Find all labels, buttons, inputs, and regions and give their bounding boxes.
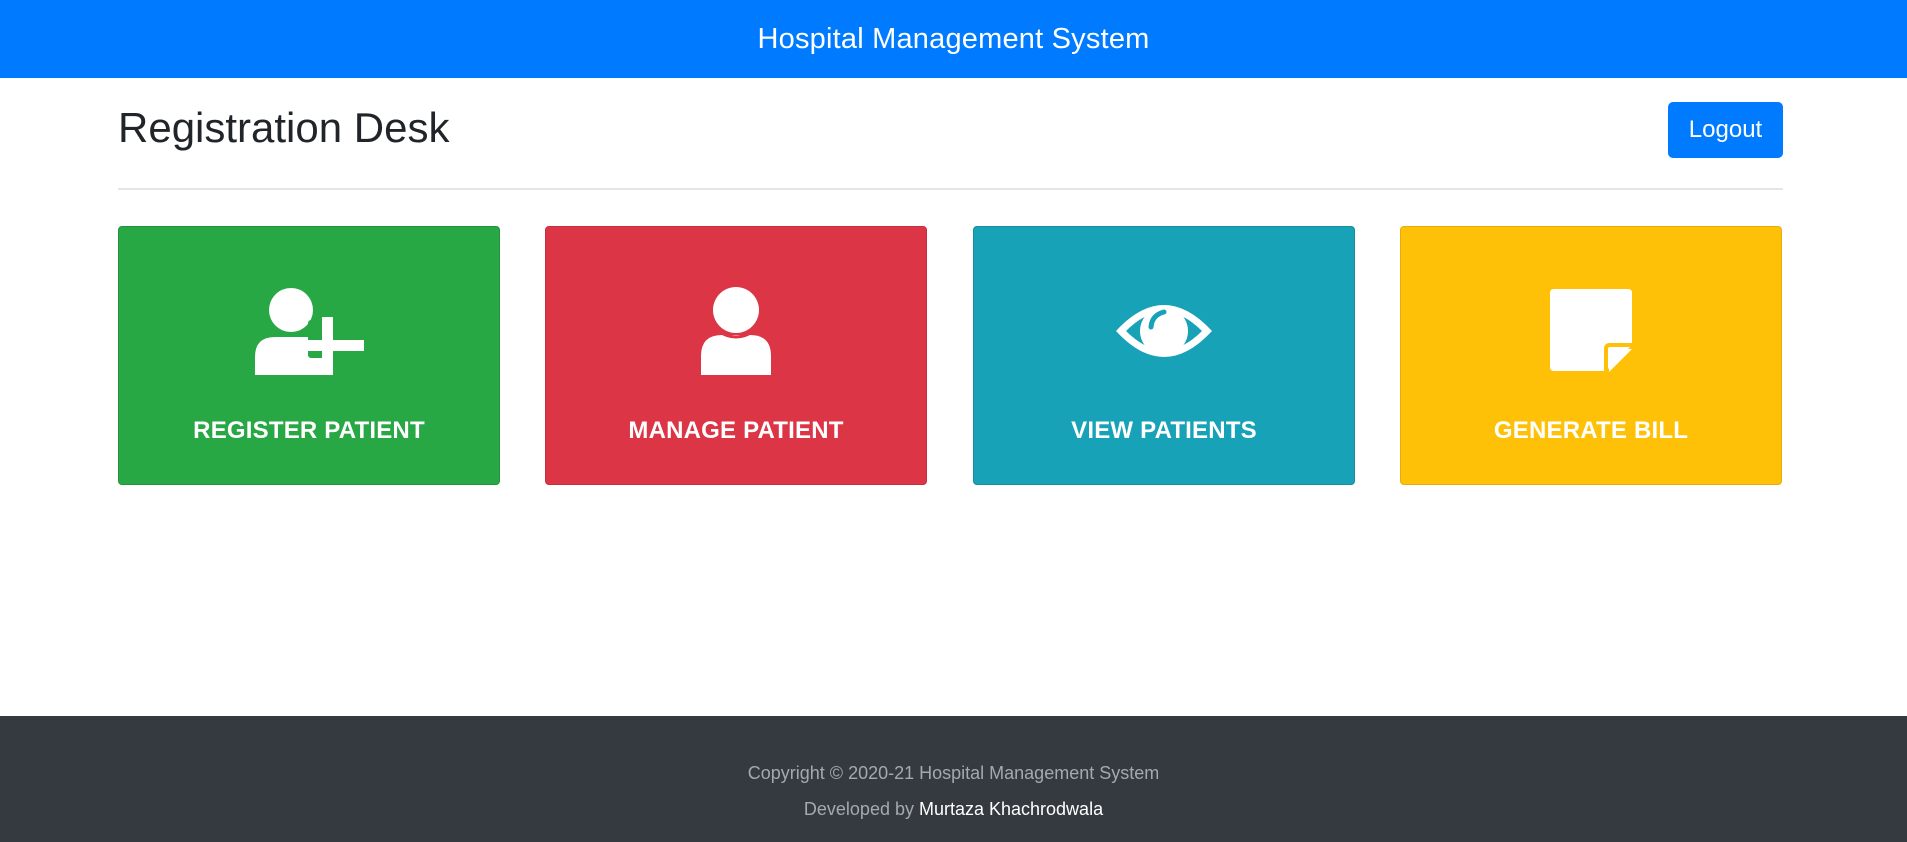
- generate-bill-card[interactable]: GENERATE BILL: [1400, 226, 1782, 485]
- developer-link[interactable]: Murtaza Khachrodwala: [919, 799, 1103, 819]
- developed-by-prefix: Developed by: [803, 799, 919, 819]
- manage-patient-card[interactable]: MANAGE PATIENT: [545, 226, 927, 485]
- generate-bill-label: GENERATE BILL: [1493, 417, 1689, 444]
- view-patients-label: VIEW PATIENTS: [1071, 417, 1257, 444]
- logout-button[interactable]: Logout: [1668, 102, 1783, 158]
- user-icon: [700, 287, 772, 375]
- register-patient-label: REGISTER PATIENT: [193, 417, 425, 444]
- sticky-note-icon: [1548, 287, 1634, 375]
- user-plus-icon: [253, 287, 365, 375]
- register-patient-card[interactable]: REGISTER PATIENT: [118, 226, 500, 485]
- footer-copyright: Copyright © 2020-21 Hospital Management …: [747, 763, 1160, 783]
- top-navbar: Hospital Management System: [0, 0, 1907, 78]
- view-patients-card[interactable]: VIEW PATIENTS: [973, 226, 1355, 485]
- manage-patient-label: MANAGE PATIENT: [628, 417, 844, 444]
- page-title: Registration Desk: [118, 104, 450, 151]
- footer-developer: Developed by Murtaza Khachrodwala: [0, 799, 1907, 820]
- header-divider: [118, 188, 1783, 190]
- footer: Copyright © 2020-21 Hospital Management …: [0, 716, 1907, 842]
- eye-icon: [1114, 287, 1214, 375]
- navbar-brand[interactable]: Hospital Management System: [757, 23, 1149, 56]
